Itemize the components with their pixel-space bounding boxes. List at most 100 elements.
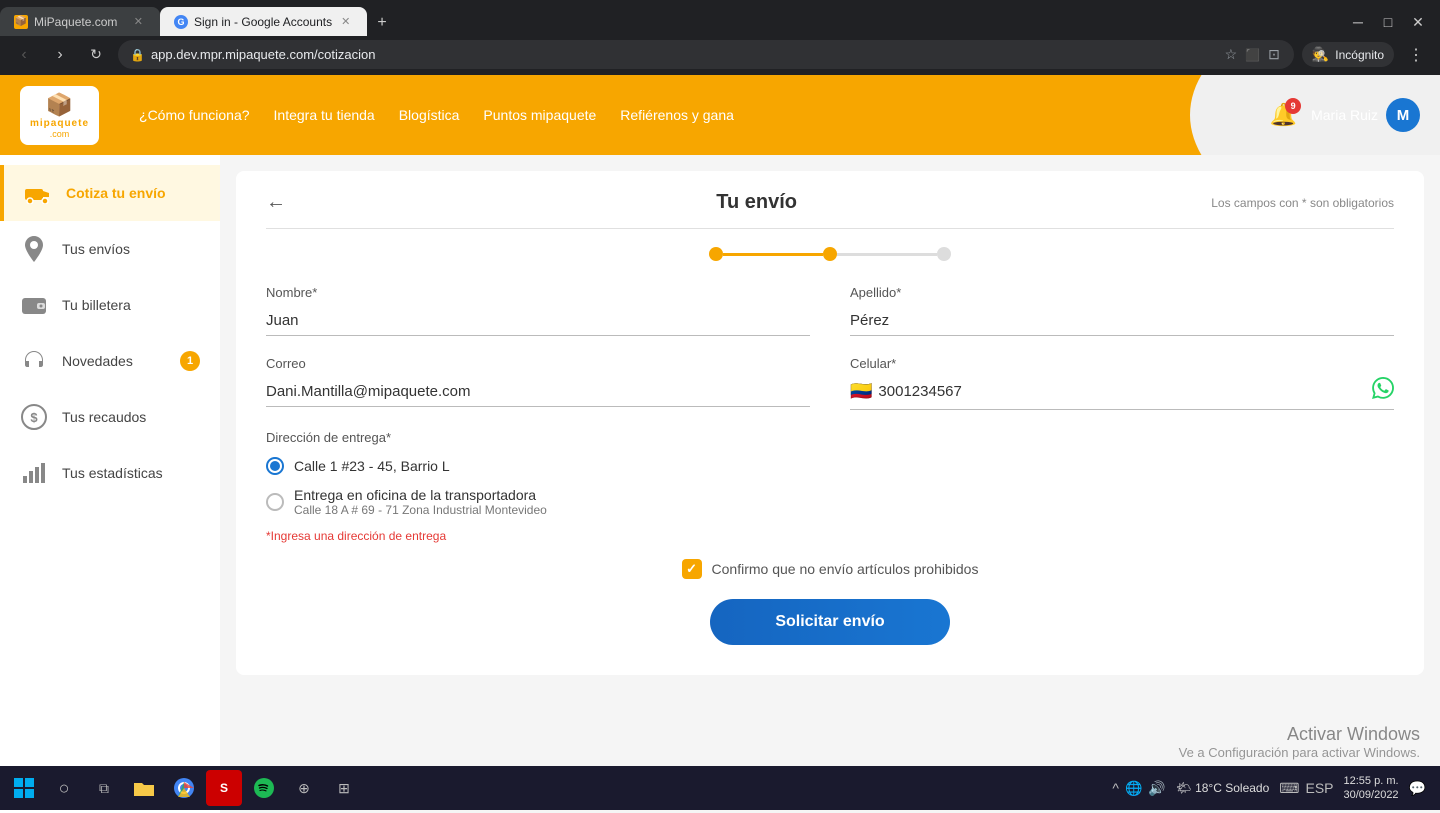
logo-text: mipaquete xyxy=(30,118,89,129)
ssl-lock-icon: 🔒 xyxy=(130,48,145,62)
reload-button[interactable]: ↻ xyxy=(82,41,110,69)
search-taskbar-button[interactable]: ○ xyxy=(46,770,82,806)
sidebar-label-novedades: Novedades xyxy=(62,353,133,369)
nav-refierenos[interactable]: Refiérenos y gana xyxy=(620,107,734,123)
chevron-up-icon[interactable]: ^ xyxy=(1112,780,1119,796)
radio-option-1[interactable]: Calle 1 #23 - 45, Barrio L xyxy=(266,457,1394,475)
name-row: Nombre* Apellido* xyxy=(266,285,1394,336)
forward-nav-button[interactable]: › xyxy=(46,41,74,69)
celular-label: Celular* xyxy=(850,356,1394,371)
error-message: *Ingresa una dirección de entrega xyxy=(266,529,1394,543)
celular-input[interactable] xyxy=(878,379,1360,404)
celular-group: Celular* 🇨🇴 xyxy=(850,356,1394,410)
user-name: Maria Ruiz xyxy=(1311,107,1378,123)
prohibited-checkbox[interactable]: ✓ xyxy=(682,559,702,579)
correo-label: Correo xyxy=(266,356,810,371)
chart-icon xyxy=(20,459,48,487)
new-tab-button[interactable]: + xyxy=(367,10,396,36)
tab-close-mipaquete[interactable]: ✕ xyxy=(131,13,146,30)
taskview-button[interactable]: ⧉ xyxy=(86,770,122,806)
browser-menu-button[interactable]: ⋮ xyxy=(1402,41,1430,69)
taskbar-datetime[interactable]: 12:55 p. m. 30/09/2022 xyxy=(1344,774,1399,803)
step-dot-1 xyxy=(709,247,723,261)
file-explorer-button[interactable] xyxy=(126,770,162,806)
sidebar-label-billetera: Tu billetera xyxy=(62,297,131,313)
tab-label-google: Sign in - Google Accounts xyxy=(194,15,332,29)
whatsapp-icon[interactable] xyxy=(1372,377,1394,405)
radio-text-2: Entrega en oficina de la transportadora xyxy=(294,487,547,503)
tab-favicon-google: G xyxy=(174,15,188,29)
sidebar-item-cotiza[interactable]: Cotiza tu envío xyxy=(0,165,220,221)
chrome-taskbar-button[interactable] xyxy=(166,770,202,806)
correo-input[interactable] xyxy=(266,377,810,407)
direccion-label: Dirección de entrega* xyxy=(266,430,1394,445)
tab-label-mipaquete: MiPaquete.com xyxy=(34,15,125,29)
extension-icon[interactable]: ⬛ xyxy=(1243,46,1262,64)
stepper xyxy=(266,247,1394,261)
nav-como-funciona[interactable]: ¿Cómo funciona? xyxy=(139,107,250,123)
logo-com: .com xyxy=(50,129,70,139)
sidebar-item-recaudos[interactable]: $ Tus recaudos xyxy=(0,389,220,445)
taskbar-time-text: 12:55 p. m. xyxy=(1344,774,1399,788)
sidebar-label-envios: Tus envíos xyxy=(62,241,130,257)
direccion-section: Dirección de entrega* Calle 1 #23 - 45, … xyxy=(266,430,1394,543)
colombia-flag-icon: 🇨🇴 xyxy=(850,381,872,402)
sun-icon: 🌤 xyxy=(1176,781,1191,795)
sidebar: Cotiza tu envío Tus envíos xyxy=(0,155,220,813)
weather-widget[interactable]: 🌤 18°C Soleado xyxy=(1176,781,1269,795)
content-area: ← Tu envío Los campos con * son obligato… xyxy=(220,155,1440,813)
incognito-indicator: 🕵 Incógnito xyxy=(1302,42,1394,67)
truck-icon xyxy=(24,179,52,207)
tab-close-google[interactable]: ✕ xyxy=(338,13,353,30)
weather-text: 18°C Soleado xyxy=(1195,781,1269,795)
sidebar-item-envios[interactable]: Tus envíos xyxy=(0,221,220,277)
tab-mipaquete[interactable]: 📦 MiPaquete.com ✕ xyxy=(0,7,160,36)
app7-taskbar-button[interactable]: ⊕ xyxy=(286,770,322,806)
sidebar-item-billetera[interactable]: Tu billetera xyxy=(0,277,220,333)
step-line-2 xyxy=(837,253,937,256)
window-minimize-button[interactable]: ─ xyxy=(1344,8,1372,36)
app8-taskbar-button[interactable]: ⊞ xyxy=(326,770,362,806)
volume-icon[interactable]: 🔊 xyxy=(1148,780,1165,797)
lang-indicator[interactable]: ESP xyxy=(1305,780,1333,796)
radio-button-1[interactable] xyxy=(266,457,284,475)
cast-icon[interactable]: ⊡ xyxy=(1266,44,1282,65)
keyboard-icon[interactable]: ⌨ xyxy=(1279,780,1299,797)
spotify-taskbar-button[interactable] xyxy=(246,770,282,806)
sidebar-item-estadisticas[interactable]: Tus estadísticas xyxy=(0,445,220,501)
window-maximize-button[interactable]: □ xyxy=(1374,8,1402,36)
window-close-button[interactable]: ✕ xyxy=(1404,8,1432,36)
address-bar[interactable]: 🔒 app.dev.mpr.mipaquete.com/cotizacion ☆… xyxy=(118,40,1294,69)
logo-area[interactable]: 📦 mipaquete .com xyxy=(20,86,99,145)
step-dot-3 xyxy=(937,247,951,261)
taskbar-right-icons: ⌨ ESP xyxy=(1279,780,1333,797)
radio-button-2[interactable] xyxy=(266,493,284,511)
sidebar-item-novedades[interactable]: Novedades 1 xyxy=(0,333,220,389)
radio-inner-1 xyxy=(270,461,280,471)
notification-taskbar-icon[interactable]: 💬 xyxy=(1409,780,1426,797)
logo-icon: 📦 xyxy=(46,92,73,118)
tab-google[interactable]: G Sign in - Google Accounts ✕ xyxy=(160,7,367,36)
star-icon[interactable]: ☆ xyxy=(1223,44,1240,65)
radio-text-1: Calle 1 #23 - 45, Barrio L xyxy=(294,458,450,474)
snagit-taskbar-button[interactable]: S xyxy=(206,770,242,806)
apellido-input[interactable] xyxy=(850,306,1394,336)
wallet-icon xyxy=(20,291,48,319)
submit-button[interactable]: Solicitar envío xyxy=(710,599,950,645)
back-button[interactable]: ← xyxy=(266,191,286,214)
notification-bell[interactable]: 🔔 9 xyxy=(1270,102,1297,128)
top-navigation: 📦 mipaquete .com ¿Cómo funciona? Integra… xyxy=(0,75,1440,155)
nav-puntos[interactable]: Puntos mipaquete xyxy=(483,107,596,123)
start-button[interactable] xyxy=(6,770,42,806)
network-icon[interactable]: 🌐 xyxy=(1125,780,1142,797)
user-info[interactable]: Maria Ruiz M xyxy=(1311,98,1420,132)
form-title: Tu envío xyxy=(302,191,1211,214)
nav-integra-tienda[interactable]: Integra tu tienda xyxy=(274,107,375,123)
taskbar-date-text: 30/09/2022 xyxy=(1344,788,1399,802)
nombre-input[interactable] xyxy=(266,306,810,336)
radio-option-2[interactable]: Entrega en oficina de la transportadora … xyxy=(266,487,1394,517)
checkbox-label: Confirmo que no envío artículos prohibid… xyxy=(712,561,979,577)
nav-blogistica[interactable]: Blogística xyxy=(399,107,460,123)
phone-group: 🇨🇴 xyxy=(850,377,1394,410)
back-nav-button[interactable]: ‹ xyxy=(10,41,38,69)
